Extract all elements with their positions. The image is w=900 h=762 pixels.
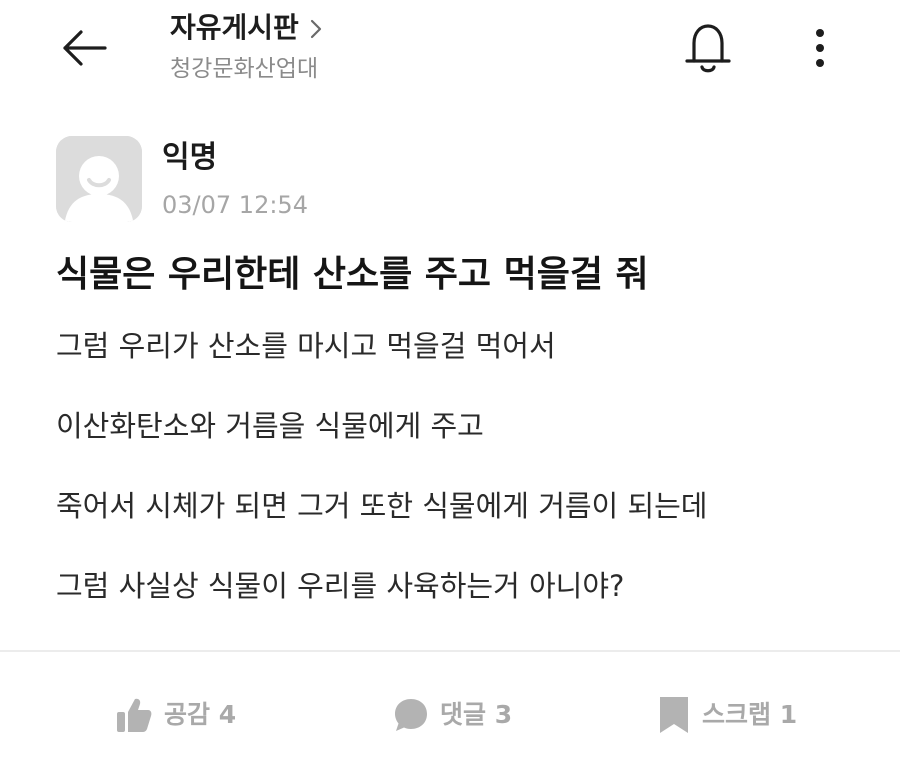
chevron-right-icon [310, 19, 321, 39]
more-options-button[interactable] [800, 18, 840, 78]
post-paragraph: 죽어서 시체가 되면 그거 또한 식물에게 거름이 되는데 [56, 489, 708, 523]
post-title: 식물은 우리한테 산소를 주고 먹을걸 줘 [56, 254, 649, 295]
comment-label: 댓글 3 [440, 700, 513, 729]
like-button[interactable]: 공감 4 [114, 690, 236, 740]
scrap-button[interactable]: 스크랩 1 [656, 690, 797, 740]
post-paragraph: 그럼 우리가 산소를 마시고 먹을걸 먹어서 [56, 329, 556, 363]
post-body: 그럼 우리가 산소를 마시고 먹을걸 먹어서 이산화탄소와 거름을 식물에게 주… [56, 322, 856, 642]
board-subtitle: 청강문화산업대 [170, 56, 319, 82]
post-paragraph: 이산화탄소와 거름을 식물에게 주고 [56, 409, 484, 443]
divider [0, 650, 900, 652]
top-bar: 자유게시판 청강문화산업대 [0, 0, 900, 110]
speech-bubble-icon [395, 699, 427, 731]
like-count: 4 [218, 700, 237, 729]
post-paragraph: 그럼 사실상 식물이 우리를 사육하는거 아니야? [56, 569, 625, 603]
bookmark-icon [660, 697, 688, 733]
bell-icon [685, 24, 731, 73]
board-info: 자유게시판 청강문화산업대 [170, 8, 323, 86]
author-row: 익명 03/07 12:54 [56, 136, 656, 222]
like-label: 공감 4 [164, 700, 237, 729]
comment-count: 3 [494, 700, 513, 729]
back-button[interactable] [52, 22, 116, 74]
notification-button[interactable] [678, 16, 738, 80]
author-name: 익명 [162, 140, 218, 175]
post-timestamp: 03/07 12:54 [162, 191, 308, 219]
anonymous-avatar-icon [56, 136, 142, 222]
arrow-left-icon [63, 30, 107, 66]
scrap-label: 스크랩 1 [702, 700, 798, 729]
board-title-link[interactable]: 자유게시판 [170, 8, 323, 48]
more-vertical-icon [816, 29, 824, 67]
scrap-count: 1 [779, 700, 798, 729]
comment-button[interactable]: 댓글 3 [392, 690, 512, 740]
avatar [56, 136, 142, 222]
thumbs-up-icon [117, 698, 152, 732]
board-title: 자유게시판 [170, 11, 299, 44]
